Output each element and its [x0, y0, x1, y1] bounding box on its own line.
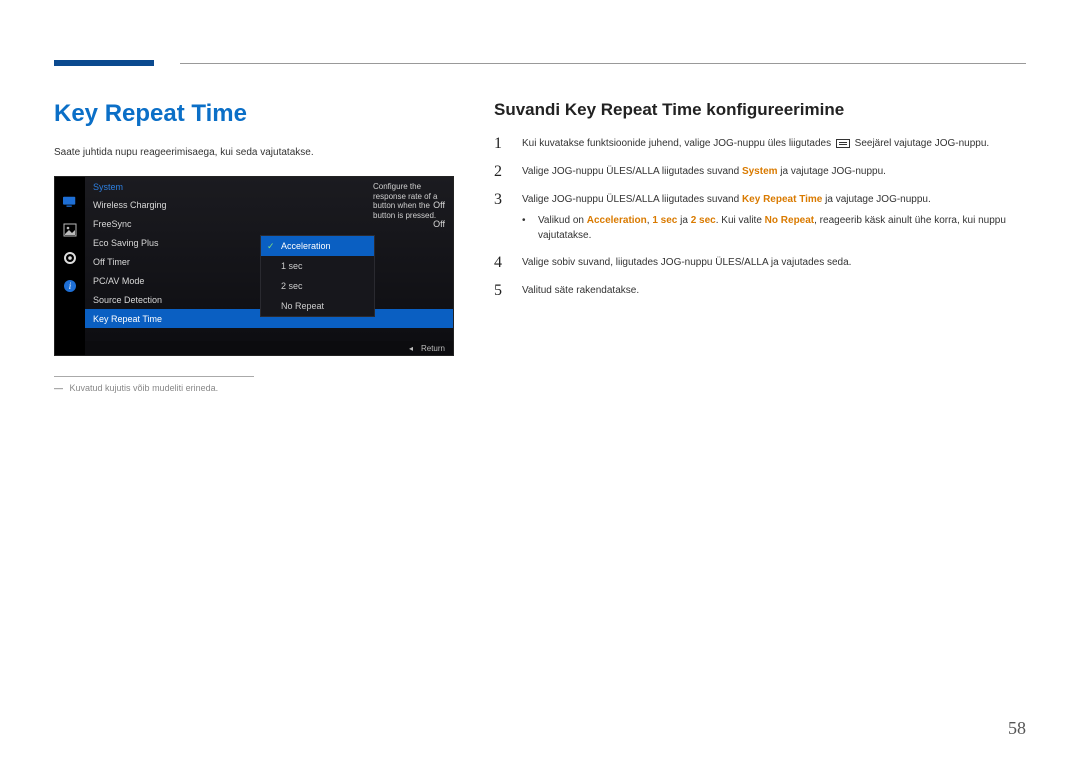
osd-screenshot: i System Configure the response rate of … — [54, 176, 454, 356]
osd-sidebar: i — [55, 177, 85, 355]
osd-submenu: Acceleration 1 sec 2 sec No Repeat — [260, 235, 375, 317]
step-body: Valige JOG-nuppu ÜLES/ALLA liigutades su… — [522, 164, 1026, 179]
intro-text: Saate juhtida nupu reageerimisaega, kui … — [54, 146, 454, 160]
info-icon: i — [63, 279, 77, 293]
footnote-dash: ― — [54, 383, 63, 393]
step-body: Valige sobiv suvand, liigutades JOG-nupp… — [522, 255, 1026, 270]
monitor-icon — [63, 195, 77, 209]
header-accent-bar — [54, 60, 154, 66]
left-column: Key Repeat Time Saate juhtida nupu reage… — [54, 100, 454, 393]
sub-heading: Suvandi Key Repeat Time konfigureerimine — [494, 100, 1026, 120]
osd-submenu-item: No Repeat — [261, 296, 374, 316]
page-number: 58 — [1008, 718, 1026, 739]
osd-return-label: Return — [421, 344, 445, 353]
page-title: Key Repeat Time — [54, 100, 454, 128]
footnote-rule — [54, 376, 254, 377]
osd-submenu-item-selected: Acceleration — [261, 236, 374, 256]
osd-submenu-item: 2 sec — [261, 276, 374, 296]
osd-footer: ◂ Return — [85, 341, 453, 355]
step: 3 Valige JOG-nuppu ÜLES/ALLA liigutades … — [494, 192, 1026, 243]
step-body: Kui kuvatakse funktsioonide juhend, vali… — [522, 136, 1026, 151]
right-column: Suvandi Key Repeat Time konfigureerimine… — [494, 100, 1026, 393]
step: 1 Kui kuvatakse funktsioonide juhend, va… — [494, 136, 1026, 152]
step-number: 3 — [494, 192, 508, 208]
step: 5 Valitud säte rakendatakse. — [494, 283, 1026, 299]
step-number: 2 — [494, 164, 508, 180]
bullet-dot-icon: • — [522, 213, 530, 243]
osd-submenu-item: 1 sec — [261, 256, 374, 276]
step-body: Valitud säte rakendatakse. — [522, 283, 1026, 298]
footnote-text: Kuvatud kujutis võib mudeliti erineda. — [70, 383, 219, 393]
step: 2 Valige JOG-nuppu ÜLES/ALLA liigutades … — [494, 164, 1026, 180]
gear-icon — [63, 251, 77, 265]
osd-tooltip: Configure the response rate of a button … — [371, 180, 449, 222]
bullet-text: Valikud on Acceleration, 1 sec ja 2 sec.… — [538, 213, 1026, 243]
page-content: Key Repeat Time Saate juhtida nupu reage… — [54, 100, 1026, 393]
menu-icon — [836, 139, 850, 148]
osd-back-arrow-icon: ◂ — [409, 344, 413, 353]
step-body: Valige JOG-nuppu ÜLES/ALLA liigutades su… — [522, 192, 1026, 243]
osd-menu: System Configure the response rate of a … — [85, 177, 453, 341]
bullet: • Valikud on Acceleration, 1 sec ja 2 se… — [522, 213, 1026, 243]
step-number: 5 — [494, 283, 508, 299]
picture-icon — [63, 223, 77, 237]
step-number: 4 — [494, 255, 508, 271]
footnote: ― Kuvatud kujutis võib mudeliti erineda. — [54, 383, 454, 393]
step: 4 Valige sobiv suvand, liigutades JOG-nu… — [494, 255, 1026, 271]
steps-list: 1 Kui kuvatakse funktsioonide juhend, va… — [494, 136, 1026, 299]
header-rule — [180, 63, 1026, 64]
step-bullets: • Valikud on Acceleration, 1 sec ja 2 se… — [522, 213, 1026, 243]
step-number: 1 — [494, 136, 508, 152]
